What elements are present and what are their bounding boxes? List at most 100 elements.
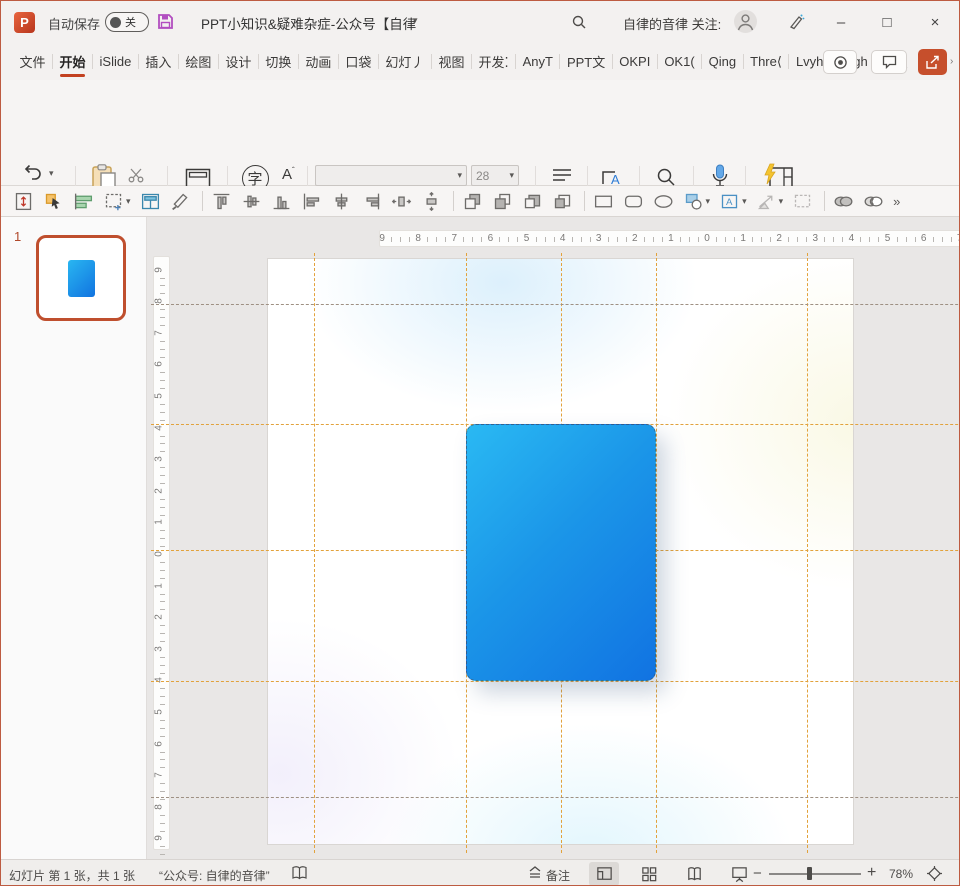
text-box-icon[interactable]: A▾	[719, 191, 747, 212]
tab-插入[interactable]: 插入	[139, 43, 178, 80]
bring-forward-icon[interactable]	[522, 191, 543, 212]
rounded-rectangle-shape-icon[interactable]	[623, 191, 644, 212]
maximize-button[interactable]: □	[865, 1, 909, 43]
cut-icon[interactable]	[128, 168, 145, 188]
distribute-horizontal-icon[interactable]	[391, 191, 412, 212]
selected-shape[interactable]	[466, 424, 656, 681]
save-icon[interactable]	[157, 13, 174, 35]
slideshow-button[interactable]	[724, 862, 754, 886]
layout-table-icon[interactable]	[140, 191, 161, 212]
select-object-icon[interactable]	[43, 191, 64, 212]
tab-PPT文[interactable]: PPT文	[560, 43, 611, 80]
design-wand-icon[interactable]	[787, 13, 805, 36]
arrange-shape-icon[interactable]: ▾	[756, 191, 784, 212]
notes-label[interactable]: 备注	[546, 867, 570, 884]
font-name-combo[interactable]: ▾	[315, 165, 467, 186]
record-button[interactable]	[823, 50, 857, 74]
undo-icon[interactable]	[23, 165, 43, 186]
rectangle-shape-icon[interactable]	[593, 191, 614, 212]
tab-AnyT[interactable]: AnyT	[516, 43, 559, 80]
distribute-vertical-icon[interactable]	[421, 191, 442, 212]
search-icon[interactable]	[571, 14, 587, 35]
undo-dropdown-icon[interactable]: ▾	[49, 169, 54, 178]
align-bottom-icon[interactable]	[271, 191, 292, 212]
tab-视图[interactable]: 视图	[432, 43, 471, 80]
tab-切换[interactable]: 切换	[259, 43, 298, 80]
align-top-icon[interactable]	[211, 191, 232, 212]
zoom-slider-track[interactable]	[769, 873, 861, 875]
zoom-value[interactable]: 78%	[889, 867, 913, 881]
autosave-state: 关	[125, 14, 136, 30]
horizontal-ruler: 9876543210123456789	[379, 230, 960, 247]
vertical-guide[interactable]	[314, 253, 315, 853]
insert-placeholder-icon[interactable]: ▾	[103, 191, 131, 212]
fit-to-window-icon[interactable]	[926, 865, 943, 885]
document-title[interactable]: PPT小知识&疑难杂症-公众号【自律...	[201, 13, 416, 33]
title-dropdown-icon[interactable]: ▾	[413, 16, 418, 25]
vertical-guide[interactable]	[656, 253, 657, 853]
tab-动画[interactable]: 动画	[299, 43, 338, 80]
font-size-combo[interactable]: 28 ▾	[471, 165, 519, 186]
spellcheck-book-icon[interactable]	[291, 865, 308, 884]
v-ruler-number: 6	[153, 362, 164, 368]
grow-font-icon[interactable]: Aˆ	[282, 166, 295, 183]
overflow-icon[interactable]: »	[893, 194, 900, 209]
tab-Qing[interactable]: Qing	[702, 43, 742, 80]
comments-button[interactable]	[871, 50, 907, 74]
tab-口袋[interactable]: 口袋	[339, 43, 378, 80]
vertical-guide[interactable]	[807, 253, 808, 853]
tab-文件[interactable]: 文件	[13, 43, 52, 80]
reading-view-button[interactable]	[679, 862, 709, 886]
align-right-icon[interactable]	[361, 191, 382, 212]
selection-marquee-icon[interactable]	[792, 191, 813, 212]
v-ruler-number: 9	[153, 836, 164, 842]
shapes-gallery-icon[interactable]: ▾	[683, 191, 711, 212]
h-ruler-number: 4	[849, 233, 855, 244]
zoom-out-button[interactable]: −	[753, 865, 762, 882]
distribute-rows-icon[interactable]	[13, 191, 34, 212]
tab-iSlide[interactable]: iSlide	[93, 43, 138, 80]
more-options-icon[interactable]: ›	[950, 56, 953, 67]
account-quote: “公众号: 自律的音律”	[159, 867, 270, 884]
horizontal-guide[interactable]	[151, 797, 960, 798]
avatar[interactable]	[734, 10, 757, 33]
tab-OKPI[interactable]: OKPI	[613, 43, 657, 80]
slide-thumbnail[interactable]	[36, 235, 126, 321]
share-button[interactable]	[918, 49, 947, 75]
send-to-back-icon[interactable]	[492, 191, 513, 212]
merge-shapes-icon[interactable]	[833, 191, 854, 212]
h-ruler-number: 3	[596, 233, 602, 244]
combine-shapes-icon[interactable]	[863, 191, 884, 212]
send-backward-icon[interactable]	[552, 191, 573, 212]
format-painter-icon[interactable]	[170, 191, 191, 212]
tab-开始[interactable]: 开始	[53, 43, 92, 80]
powerpoint-logo-icon[interactable]: P	[14, 12, 35, 33]
horizontal-guide[interactable]	[151, 304, 960, 305]
tab-开发⁚[interactable]: 开发⁚	[472, 43, 515, 80]
ellipse-shape-icon[interactable]	[653, 191, 674, 212]
align-left-icon[interactable]	[301, 191, 322, 212]
bring-to-front-icon[interactable]	[462, 191, 483, 212]
workspace: 1 9876543210123456789 987654321012345678…	[1, 217, 960, 859]
thumbnail-shape	[68, 260, 95, 297]
zoom-in-button[interactable]: +	[867, 864, 876, 882]
close-button[interactable]: ×	[913, 1, 957, 43]
align-table-icon[interactable]	[73, 191, 94, 212]
slide-sorter-button[interactable]	[634, 862, 664, 886]
tab-绘图[interactable]: 绘图	[179, 43, 218, 80]
account-label[interactable]: 自律的音律 关注:	[623, 14, 721, 33]
normal-view-button[interactable]	[589, 862, 619, 886]
tab-幻灯丿[interactable]: 幻灯丿	[379, 43, 431, 80]
align-middle-icon[interactable]	[241, 191, 262, 212]
tab-设计[interactable]: 设计	[219, 43, 258, 80]
align-center-icon[interactable]	[331, 191, 352, 212]
notes-icon[interactable]	[527, 865, 543, 884]
zoom-slider-thumb[interactable]	[807, 867, 812, 880]
autosave-toggle[interactable]: 关	[105, 12, 149, 32]
minimize-button[interactable]: –	[819, 1, 863, 43]
h-ruler-number: 9	[379, 233, 385, 244]
tab-Thre⟨[interactable]: Thre⟨	[744, 43, 789, 80]
tab-OK1([interactable]: OK1(	[658, 43, 701, 80]
slide-info[interactable]: 幻灯片 第 1 张，共 1 张	[9, 867, 135, 884]
horizontal-guide[interactable]	[151, 681, 960, 682]
